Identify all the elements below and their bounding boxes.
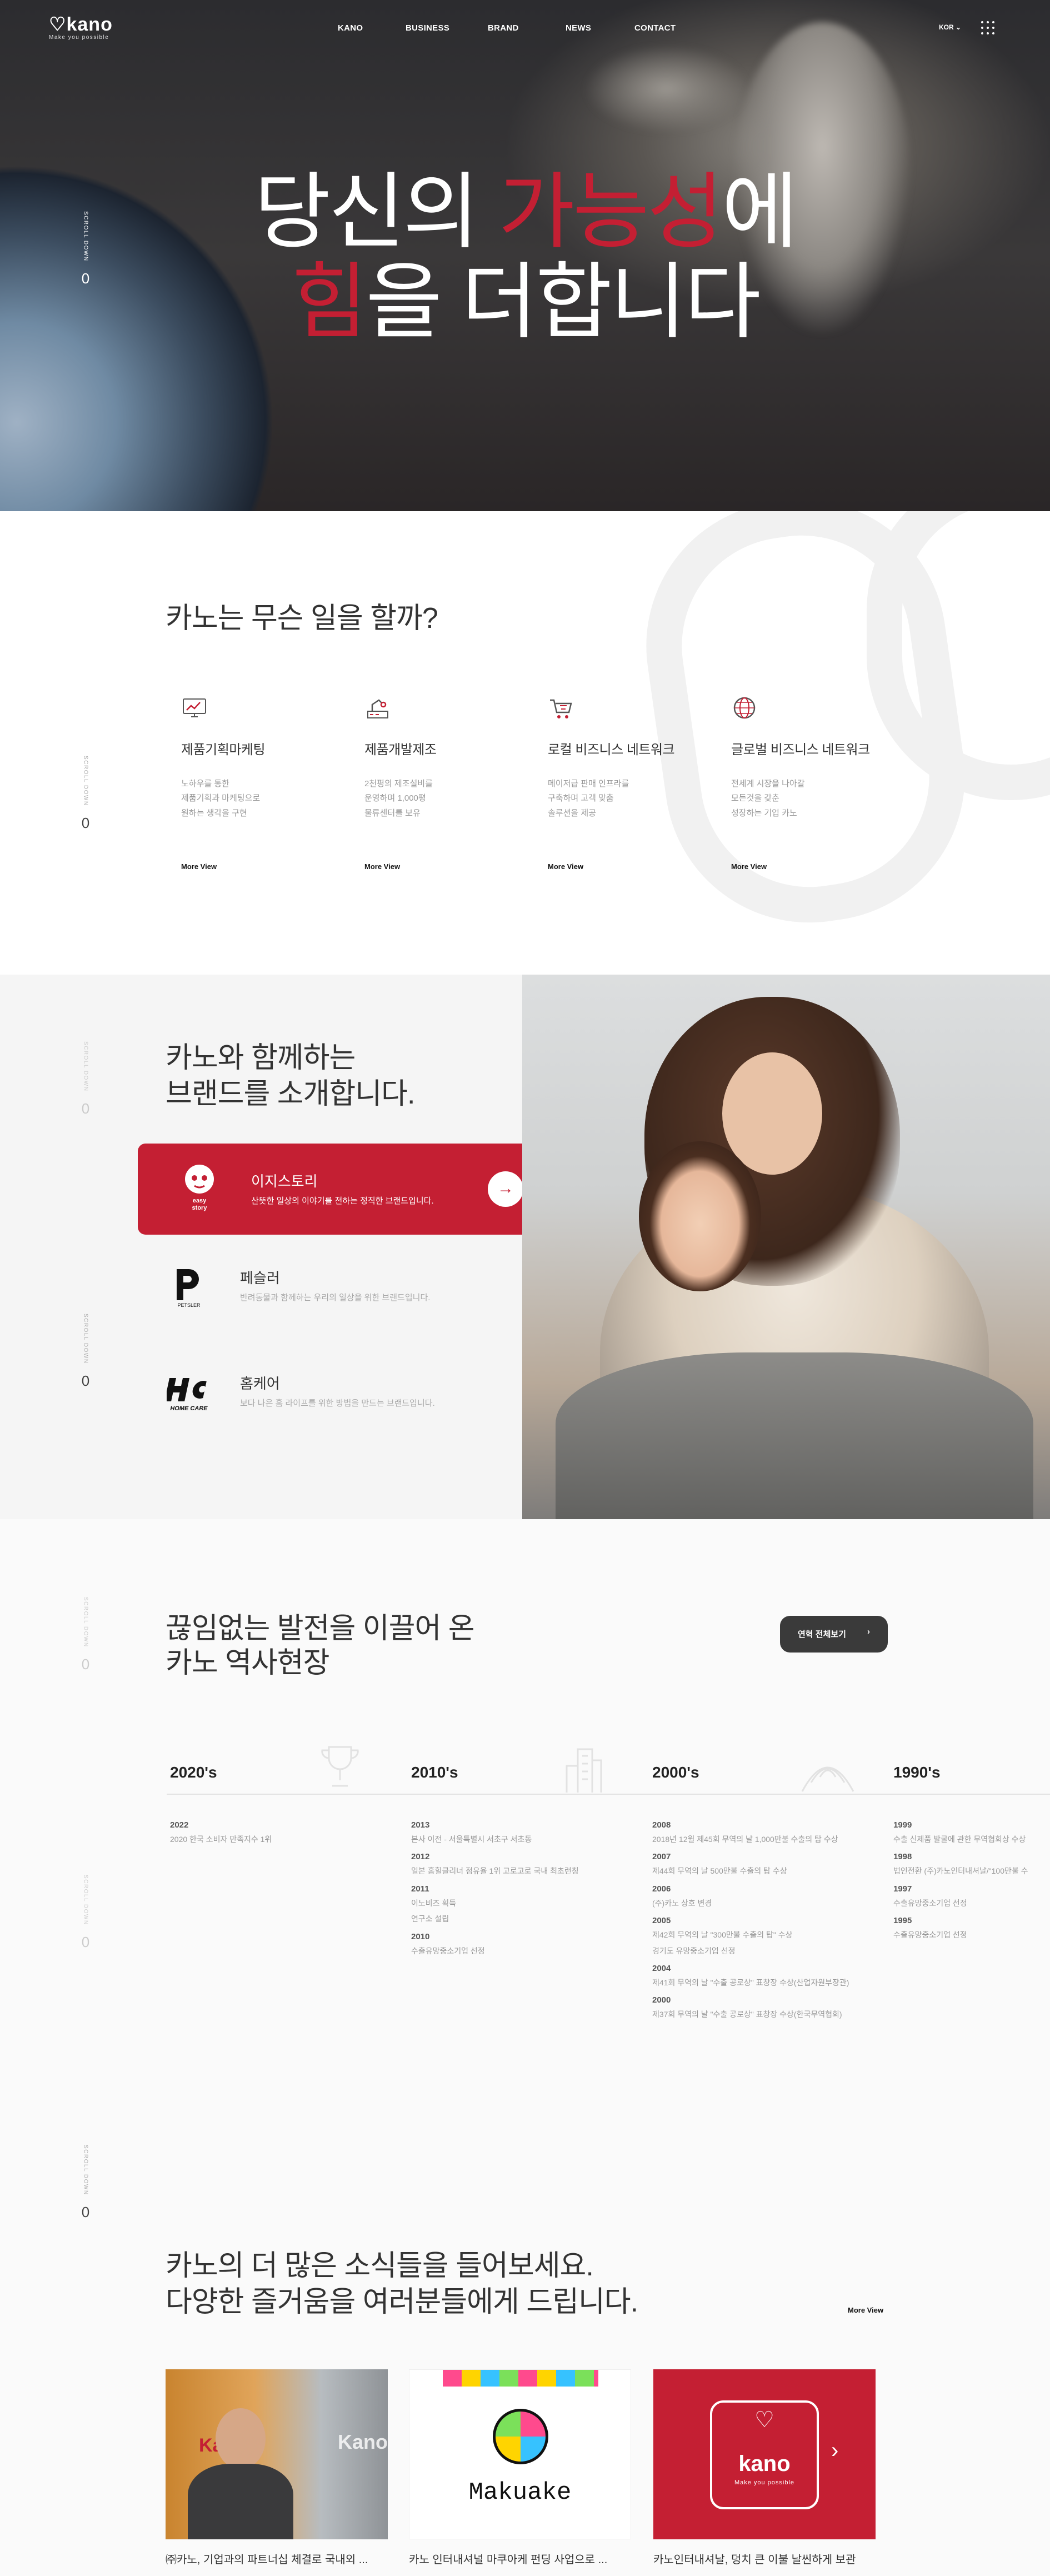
nav-news[interactable]: NEWS xyxy=(566,23,591,33)
news-thumbnail: Makuake xyxy=(409,2369,631,2539)
logo-tagline: Make you possible xyxy=(49,34,109,41)
more-view-link[interactable]: More View xyxy=(548,862,583,871)
era-label-2000s: 2000's xyxy=(652,1764,699,1781)
history-column: 2022 2020 한국 소비자 만족지수 1위 xyxy=(170,1820,272,1844)
more-view-link[interactable]: More View xyxy=(181,862,217,871)
nav-contact[interactable]: CONTACT xyxy=(634,23,676,33)
brand-desc: 산뜻한 일상의 이야기를 전하는 정직한 브랜드입니다. xyxy=(251,1196,434,1206)
shopping-cart-icon xyxy=(550,699,572,718)
brand-photo-mother-daughter xyxy=(522,975,1050,1519)
building-icon xyxy=(566,1748,602,1793)
arrow-right-icon[interactable]: → xyxy=(488,1171,523,1207)
chevron-right-icon: › xyxy=(867,1627,870,1636)
news-title: 카노의 더 많은 소식들을 들어보세요. 다양한 즐거움을 여러분들에게 드립니다… xyxy=(166,2250,638,2318)
scroll-indicator: SCROLL DOWN 0 xyxy=(81,1314,90,1389)
scroll-indicator: SCROLL DOWN 0 xyxy=(81,1597,90,1673)
news-card[interactable]: Makuake 카노 인터내셔널 마쿠아케 펀딩 사업으로 ... xyxy=(409,2369,631,2567)
brand-name: 홈케어 xyxy=(240,1375,280,1392)
scroll-indicator: SCROLL DOWN 0 xyxy=(81,2145,90,2220)
scroll-indicator: SCROLL DOWN 0 xyxy=(81,756,90,831)
brand-card-easystory[interactable]: easy story 이지스토리 산뜻한 일상의 이야기를 전하는 정직한 브랜드… xyxy=(138,1144,557,1235)
services-title: 카노는 무슨 일을 할까? xyxy=(166,602,438,635)
heart-logo-icon: ♡ xyxy=(49,14,67,35)
history-column: 2008 2018년 12월 제45회 무역의 날 1,000만불 수출의 탑 … xyxy=(652,1820,849,2019)
timeline-line xyxy=(167,1794,1050,1795)
brand-desc: 반려동물과 함께하는 우리의 일상을 위한 브랜드입니다. xyxy=(240,1293,431,1302)
more-view-link[interactable]: More View xyxy=(364,862,400,871)
nav-kano[interactable]: KANO xyxy=(338,23,363,33)
news-headline: 카노인터내셔날, 덩치 큰 이불 날씬하게 보관 xyxy=(653,2554,856,2566)
news-headline: ㈜카노, 기업과의 파트너십 체결로 국내외 ... xyxy=(166,2554,368,2566)
svg-text:story: story xyxy=(192,1205,208,1211)
monitor-chart-icon xyxy=(183,698,206,717)
trophy-icon xyxy=(321,1746,359,1787)
chevron-down-icon: ⌄ xyxy=(956,23,962,31)
news-card[interactable]: Kano Kano ㈜카노, 기업과의 파트너십 체결로 국내외 ... xyxy=(166,2369,388,2567)
brand-name: 페슬러 xyxy=(240,1270,280,1286)
more-view-link[interactable]: More View xyxy=(731,862,767,871)
era-label-1990s: 1990's xyxy=(893,1764,941,1781)
hero-headline-line2: 힘을 더합니다 xyxy=(291,255,761,348)
petsler-logo: PETSLER xyxy=(177,1269,201,1308)
era-label-2020s: 2020's xyxy=(170,1764,217,1781)
nav-brand[interactable]: BRAND xyxy=(488,23,519,33)
brand-desc: 보다 나은 홈 라이프를 위한 방법을 만드는 브랜드입니다. xyxy=(240,1399,435,1408)
bridge-icon xyxy=(801,1766,854,1792)
easy-story-logo: easystory xyxy=(185,1165,214,1211)
brands-title: 카노와 함께하는 브랜드를 소개합니다. xyxy=(166,1042,415,1110)
nav-business[interactable]: BUSINESS xyxy=(406,23,449,33)
history-column: 2013 본사 이전 - 서울특별시 서초구 서초동 2012 일본 홈힐클리너… xyxy=(411,1820,579,1955)
service-card: 글로벌 비즈니스 네트워크 전세계 시장을 나아갈 모든것을 갖춘 성장하는 기업 … xyxy=(731,695,876,871)
history-column: 1999 수출 신제품 발굴에 관한 무역협회상 수상 1998 법인전환 (주… xyxy=(893,1820,1028,1940)
news-thumbnail: Kano Kano xyxy=(166,2369,388,2539)
hero-section: ♡kano Make you possible KANO BUSINESS BR… xyxy=(0,0,1050,511)
svg-text:easy: easy xyxy=(193,1197,207,1204)
svg-text:PETSLER: PETSLER xyxy=(177,1302,201,1308)
news-thumbnail: ♡ kano Make you possible › xyxy=(653,2369,876,2539)
services-section: SCROLL DOWN 0 카노는 무슨 일을 할까? 제품기획마케팅 노하우를… xyxy=(0,511,1050,975)
globe-icon xyxy=(733,697,756,719)
language-selector[interactable]: KOR ⌄ xyxy=(939,23,961,31)
service-card: 로컬 비즈니스 네트워크 메이저급 판매 인프라를 구축하며 고객 맞춤 솔루션을 … xyxy=(548,695,692,871)
service-card: 제품개발제조 2천평의 제조설비를 운영하며 1,000평 물류센터를 보유 Mor… xyxy=(364,695,509,871)
site-header: ♡kano Make you possible KANO BUSINESS BR… xyxy=(0,0,1050,56)
brand-name: 이지스토리 xyxy=(251,1173,318,1190)
view-all-history-button[interactable]: 연혁 전체보기 › xyxy=(780,1616,888,1653)
menu-grid-icon[interactable] xyxy=(981,21,994,34)
svg-text:HOME CARE: HOME CARE xyxy=(170,1405,208,1412)
chevron-right-icon[interactable]: › xyxy=(831,2438,838,2463)
brands-section: SCROLL DOWN 0 SCROLL DOWN 0 카노와 함께하는 브랜드를… xyxy=(0,975,1050,1519)
news-more-view-link[interactable]: More View xyxy=(848,2306,883,2314)
hero-headline-line1: 당신의 가능성에 xyxy=(254,165,798,258)
scroll-indicator: SCROLL DOWN 0 xyxy=(81,1875,90,1950)
era-label-2010s: 2010's xyxy=(411,1764,458,1781)
scroll-indicator: SCROLL DOWN 0 xyxy=(81,1041,90,1117)
news-headline: 카노 인터내셔널 마쿠아케 펀딩 사업으로 ... xyxy=(409,2554,608,2566)
homecare-logo: HOME CARE xyxy=(167,1378,208,1412)
service-card: 제품기획마케팅 노하우를 통한 제품기획과 마케팅으로 원하는 생각을 구현 Mor… xyxy=(181,695,326,871)
news-card[interactable]: ♡ kano Make you possible › 카노인터내셔날, 덩치 큰… xyxy=(653,2369,876,2567)
history-news-section: SCROLL DOWN 0 SCROLL DOWN 0 SCROLL DOWN … xyxy=(0,1519,1050,2576)
factory-robot-icon xyxy=(367,699,388,718)
history-title: 끊임없는 발전을 이끌어 온 카노 역사현장 xyxy=(166,1613,475,1680)
kano-logo[interactable]: ♡kano Make you possible xyxy=(49,13,113,41)
